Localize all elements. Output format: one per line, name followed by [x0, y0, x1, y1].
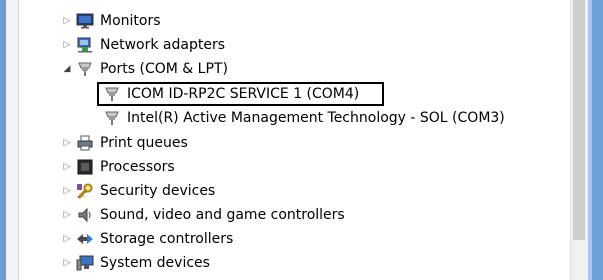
tree-item-print-queues[interactable]: ▷ Print queues [60, 132, 188, 154]
printer-icon [76, 135, 94, 151]
tree-item-label: Ports (COM & LPT) [100, 61, 228, 77]
port-icon [76, 61, 94, 77]
expand-arrow-icon[interactable]: ▷ [60, 40, 74, 50]
tree-item-label: Print queues [100, 135, 188, 151]
window-frame-right [588, 0, 603, 280]
collapse-arrow-icon[interactable]: ◢ [60, 64, 74, 74]
security-key-icon [76, 183, 94, 199]
tree-item-system-devices[interactable]: ▷ System devices [60, 252, 210, 274]
tree-item-label: Processors [100, 159, 175, 175]
tree-item-label: System devices [100, 255, 210, 271]
expand-arrow-icon[interactable]: ▷ [60, 162, 74, 172]
tree-item-processors[interactable]: ▷ Processors [60, 156, 175, 178]
tree-item-label: Intel(R) Active Management Technology - … [127, 110, 505, 126]
tree-item-label: Monitors [100, 13, 161, 29]
device-tree: ▷ Monitors ▷ Network adapters ◢ Ports (C… [0, 0, 570, 280]
speaker-icon [76, 207, 94, 223]
tree-item-ports[interactable]: ◢ Ports (COM & LPT) [60, 58, 228, 80]
network-adapter-icon [76, 37, 94, 53]
tree-item-intel-amt-port[interactable]: Intel(R) Active Management Technology - … [103, 107, 505, 129]
tree-item-label: Sound, video and game controllers [100, 207, 345, 223]
scrollbar-thumb[interactable] [573, 0, 585, 240]
tree-item-storage-controllers[interactable]: ▷ Storage controllers [60, 228, 234, 250]
expand-arrow-icon[interactable]: ▷ [60, 186, 74, 196]
tree-item-sound-video-game[interactable]: ▷ Sound, video and game controllers [60, 204, 345, 226]
tree-item-label: ICOM ID-RP2C SERVICE 1 (COM4) [127, 86, 360, 102]
monitor-icon [76, 13, 94, 29]
expand-arrow-icon[interactable]: ▷ [60, 16, 74, 26]
tree-item-icom-port[interactable]: ICOM ID-RP2C SERVICE 1 (COM4) [103, 83, 359, 105]
tree-item-monitors[interactable]: ▷ Monitors [60, 10, 161, 32]
expand-arrow-icon[interactable]: ▷ [60, 234, 74, 244]
tree-item-network-adapters[interactable]: ▷ Network adapters [60, 34, 225, 56]
expand-arrow-icon[interactable]: ▷ [60, 138, 74, 148]
tree-item-security-devices[interactable]: ▷ Security devices [60, 180, 216, 202]
tree-item-label: Network adapters [100, 37, 225, 53]
storage-controller-icon [76, 231, 94, 247]
tree-item-label: Security devices [100, 183, 216, 199]
port-icon [103, 110, 121, 126]
system-devices-icon [76, 255, 94, 271]
tree-item-label: Storage controllers [100, 231, 234, 247]
expand-arrow-icon[interactable]: ▷ [60, 258, 74, 268]
processor-icon [76, 159, 94, 175]
expand-arrow-icon[interactable]: ▷ [60, 210, 74, 220]
port-icon [103, 86, 121, 102]
